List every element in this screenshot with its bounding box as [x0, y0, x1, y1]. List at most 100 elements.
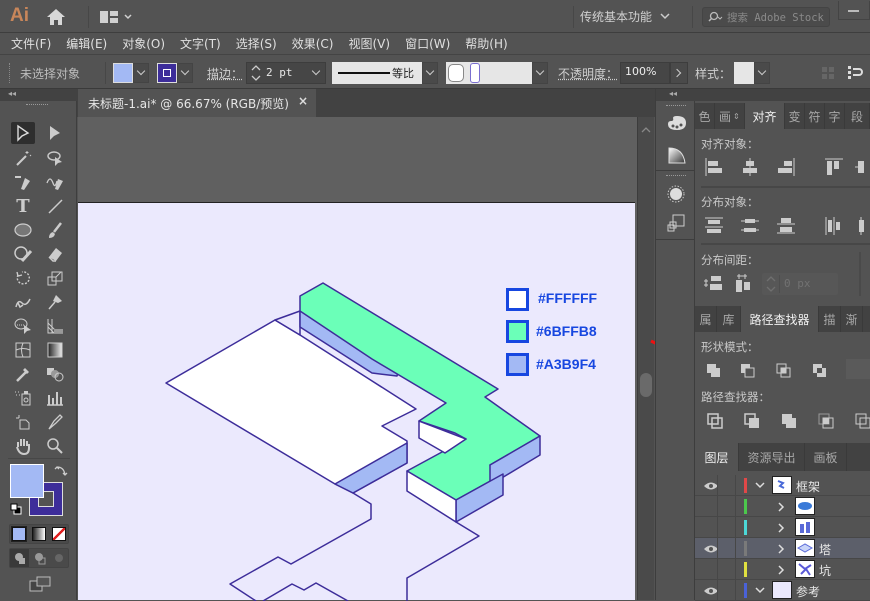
fill-swatch[interactable] — [113, 63, 133, 83]
lasso-tool[interactable] — [43, 147, 67, 169]
layer-row[interactable]: 参考 — [695, 580, 870, 601]
tab-stroke[interactable]: 描 — [819, 306, 841, 332]
menu-view[interactable]: 视图(V) — [348, 35, 390, 52]
layer-row[interactable] — [695, 517, 870, 538]
color-palette-icon[interactable] — [666, 113, 688, 133]
menu-edit[interactable]: 编辑(E) — [66, 35, 107, 52]
tab-gradient[interactable]: 渐 — [841, 306, 863, 332]
tab-attributes[interactable]: 属 — [695, 306, 717, 332]
layer-row[interactable]: 框架 — [695, 475, 870, 496]
swap-fill-stroke-icon[interactable] — [54, 464, 68, 478]
mesh-tool[interactable] — [11, 339, 35, 361]
trim-icon[interactable] — [742, 411, 764, 431]
opacity-label[interactable]: 不透明度： — [558, 65, 618, 82]
fill-dropdown[interactable] — [133, 63, 149, 83]
brush-dropdown[interactable] — [532, 62, 548, 84]
color-mode-button[interactable] — [11, 526, 27, 542]
tab-transform[interactable]: 变 — [785, 103, 805, 129]
layer-row[interactable] — [695, 496, 870, 517]
style-dropdown[interactable] — [754, 62, 770, 84]
spacing-value-field[interactable]: 0 px — [762, 273, 838, 295]
variable-width-profile[interactable]: 等比 — [332, 62, 422, 84]
outline-icon[interactable] — [853, 411, 870, 431]
draw-normal-button[interactable] — [10, 549, 29, 567]
menu-file[interactable]: 文件(F) — [11, 35, 51, 52]
horizontal-align-left-icon[interactable] — [703, 157, 725, 177]
grip-handle[interactable] — [9, 63, 11, 83]
screen-mode-icon[interactable] — [28, 575, 52, 593]
exclude-icon[interactable] — [809, 360, 831, 380]
line-segment-tool[interactable] — [43, 195, 67, 217]
collapse-toolbox-icon[interactable]: ◂◂ — [0, 89, 77, 101]
tab-align[interactable]: 对齐 — [745, 103, 785, 129]
puppet-warp-tool[interactable] — [43, 291, 67, 313]
home-icon[interactable] — [46, 8, 66, 26]
zoom-tool[interactable] — [43, 435, 67, 457]
vertical-distribute-top-icon[interactable] — [703, 215, 725, 235]
vertical-align-top-icon[interactable] — [823, 157, 845, 177]
horizontal-align-center-icon[interactable] — [739, 157, 761, 177]
gradient-mode-button[interactable] — [32, 527, 46, 541]
chevron-right-icon[interactable] — [777, 565, 785, 575]
tab-layers[interactable]: 图层 — [695, 443, 739, 471]
minus-front-icon[interactable] — [737, 360, 759, 380]
default-fill-stroke-icon[interactable] — [10, 503, 22, 515]
blend-tool[interactable] — [43, 363, 67, 385]
intersect-icon[interactable] — [773, 360, 795, 380]
stroke-weight-field[interactable]: 2 pt — [246, 62, 326, 84]
appearance-icon[interactable] — [666, 184, 686, 204]
tab-paragraph[interactable]: 段 — [845, 103, 870, 129]
opacity-field[interactable]: 100% — [620, 62, 670, 84]
stroke-swatch[interactable] — [157, 63, 177, 83]
selection-tool[interactable] — [11, 122, 35, 144]
layer-row[interactable]: 坑 — [695, 559, 870, 580]
profile-dropdown[interactable] — [422, 62, 438, 84]
workspace-switcher[interactable]: 传统基本功能 — [580, 6, 670, 26]
draw-inside-button[interactable] — [50, 549, 69, 567]
horizontal-distribute-left-icon[interactable] — [823, 215, 845, 235]
rotate-tool[interactable] — [11, 267, 35, 289]
arrange-documents-button[interactable] — [98, 8, 138, 26]
magic-wand-tool[interactable] — [11, 147, 35, 169]
none-mode-button[interactable] — [52, 527, 66, 541]
artboard-tool[interactable] — [11, 411, 35, 433]
transform-icon[interactable] — [666, 213, 686, 233]
close-tab-icon[interactable]: × — [298, 94, 308, 108]
perspective-grid-tool[interactable] — [43, 315, 67, 337]
unite-icon[interactable] — [703, 360, 725, 380]
tab-symbols[interactable]: 符 — [805, 103, 825, 129]
opacity-expand-button[interactable] — [670, 62, 688, 84]
pen-tool[interactable] — [11, 171, 35, 193]
chevron-down-icon[interactable] — [755, 587, 765, 595]
menu-select[interactable]: 选择(S) — [236, 35, 277, 52]
brush-definition[interactable] — [446, 62, 532, 84]
chevron-right-icon[interactable] — [777, 523, 785, 533]
color-guide-icon[interactable] — [667, 145, 687, 165]
tab-artboards[interactable]: 画板 — [805, 443, 847, 471]
tab-brushes[interactable]: 画 ⇕ — [715, 103, 745, 129]
symbol-sprayer-tool[interactable] — [11, 387, 35, 409]
paintbrush-tool[interactable] — [43, 219, 67, 241]
tab-pathfinder[interactable]: 路径查找器 — [741, 306, 819, 332]
chevron-down-icon[interactable] — [755, 482, 765, 490]
minimize-button[interactable] — [838, 1, 870, 20]
hand-tool[interactable] — [11, 435, 35, 457]
stroke-dropdown[interactable] — [177, 63, 193, 83]
horizontal-distribute-center-icon[interactable] — [855, 215, 870, 235]
vertical-distribute-bottom-icon[interactable] — [775, 215, 797, 235]
menu-type[interactable]: 文字(T) — [180, 35, 221, 52]
type-tool[interactable]: T — [11, 195, 35, 217]
document-tab[interactable]: 未标题-1.ai* @ 66.67% (RGB/预览) × — [78, 89, 316, 117]
collapse-panels-icon[interactable]: ◂◂ — [656, 89, 696, 101]
horizontal-align-right-icon[interactable] — [775, 157, 797, 177]
curvature-tool[interactable] — [43, 171, 67, 193]
draw-behind-button[interactable] — [30, 549, 49, 567]
menu-effect[interactable]: 效果(C) — [292, 35, 334, 52]
gradient-tool[interactable] — [43, 339, 67, 361]
column-graph-tool[interactable] — [43, 387, 67, 409]
vertical-align-center-icon[interactable] — [855, 157, 870, 177]
tab-libraries[interactable]: 库 — [717, 306, 741, 332]
menu-help[interactable]: 帮助(H) — [465, 35, 507, 52]
tab-color[interactable]: 色 — [695, 103, 715, 129]
stepper-icon[interactable] — [249, 63, 263, 83]
